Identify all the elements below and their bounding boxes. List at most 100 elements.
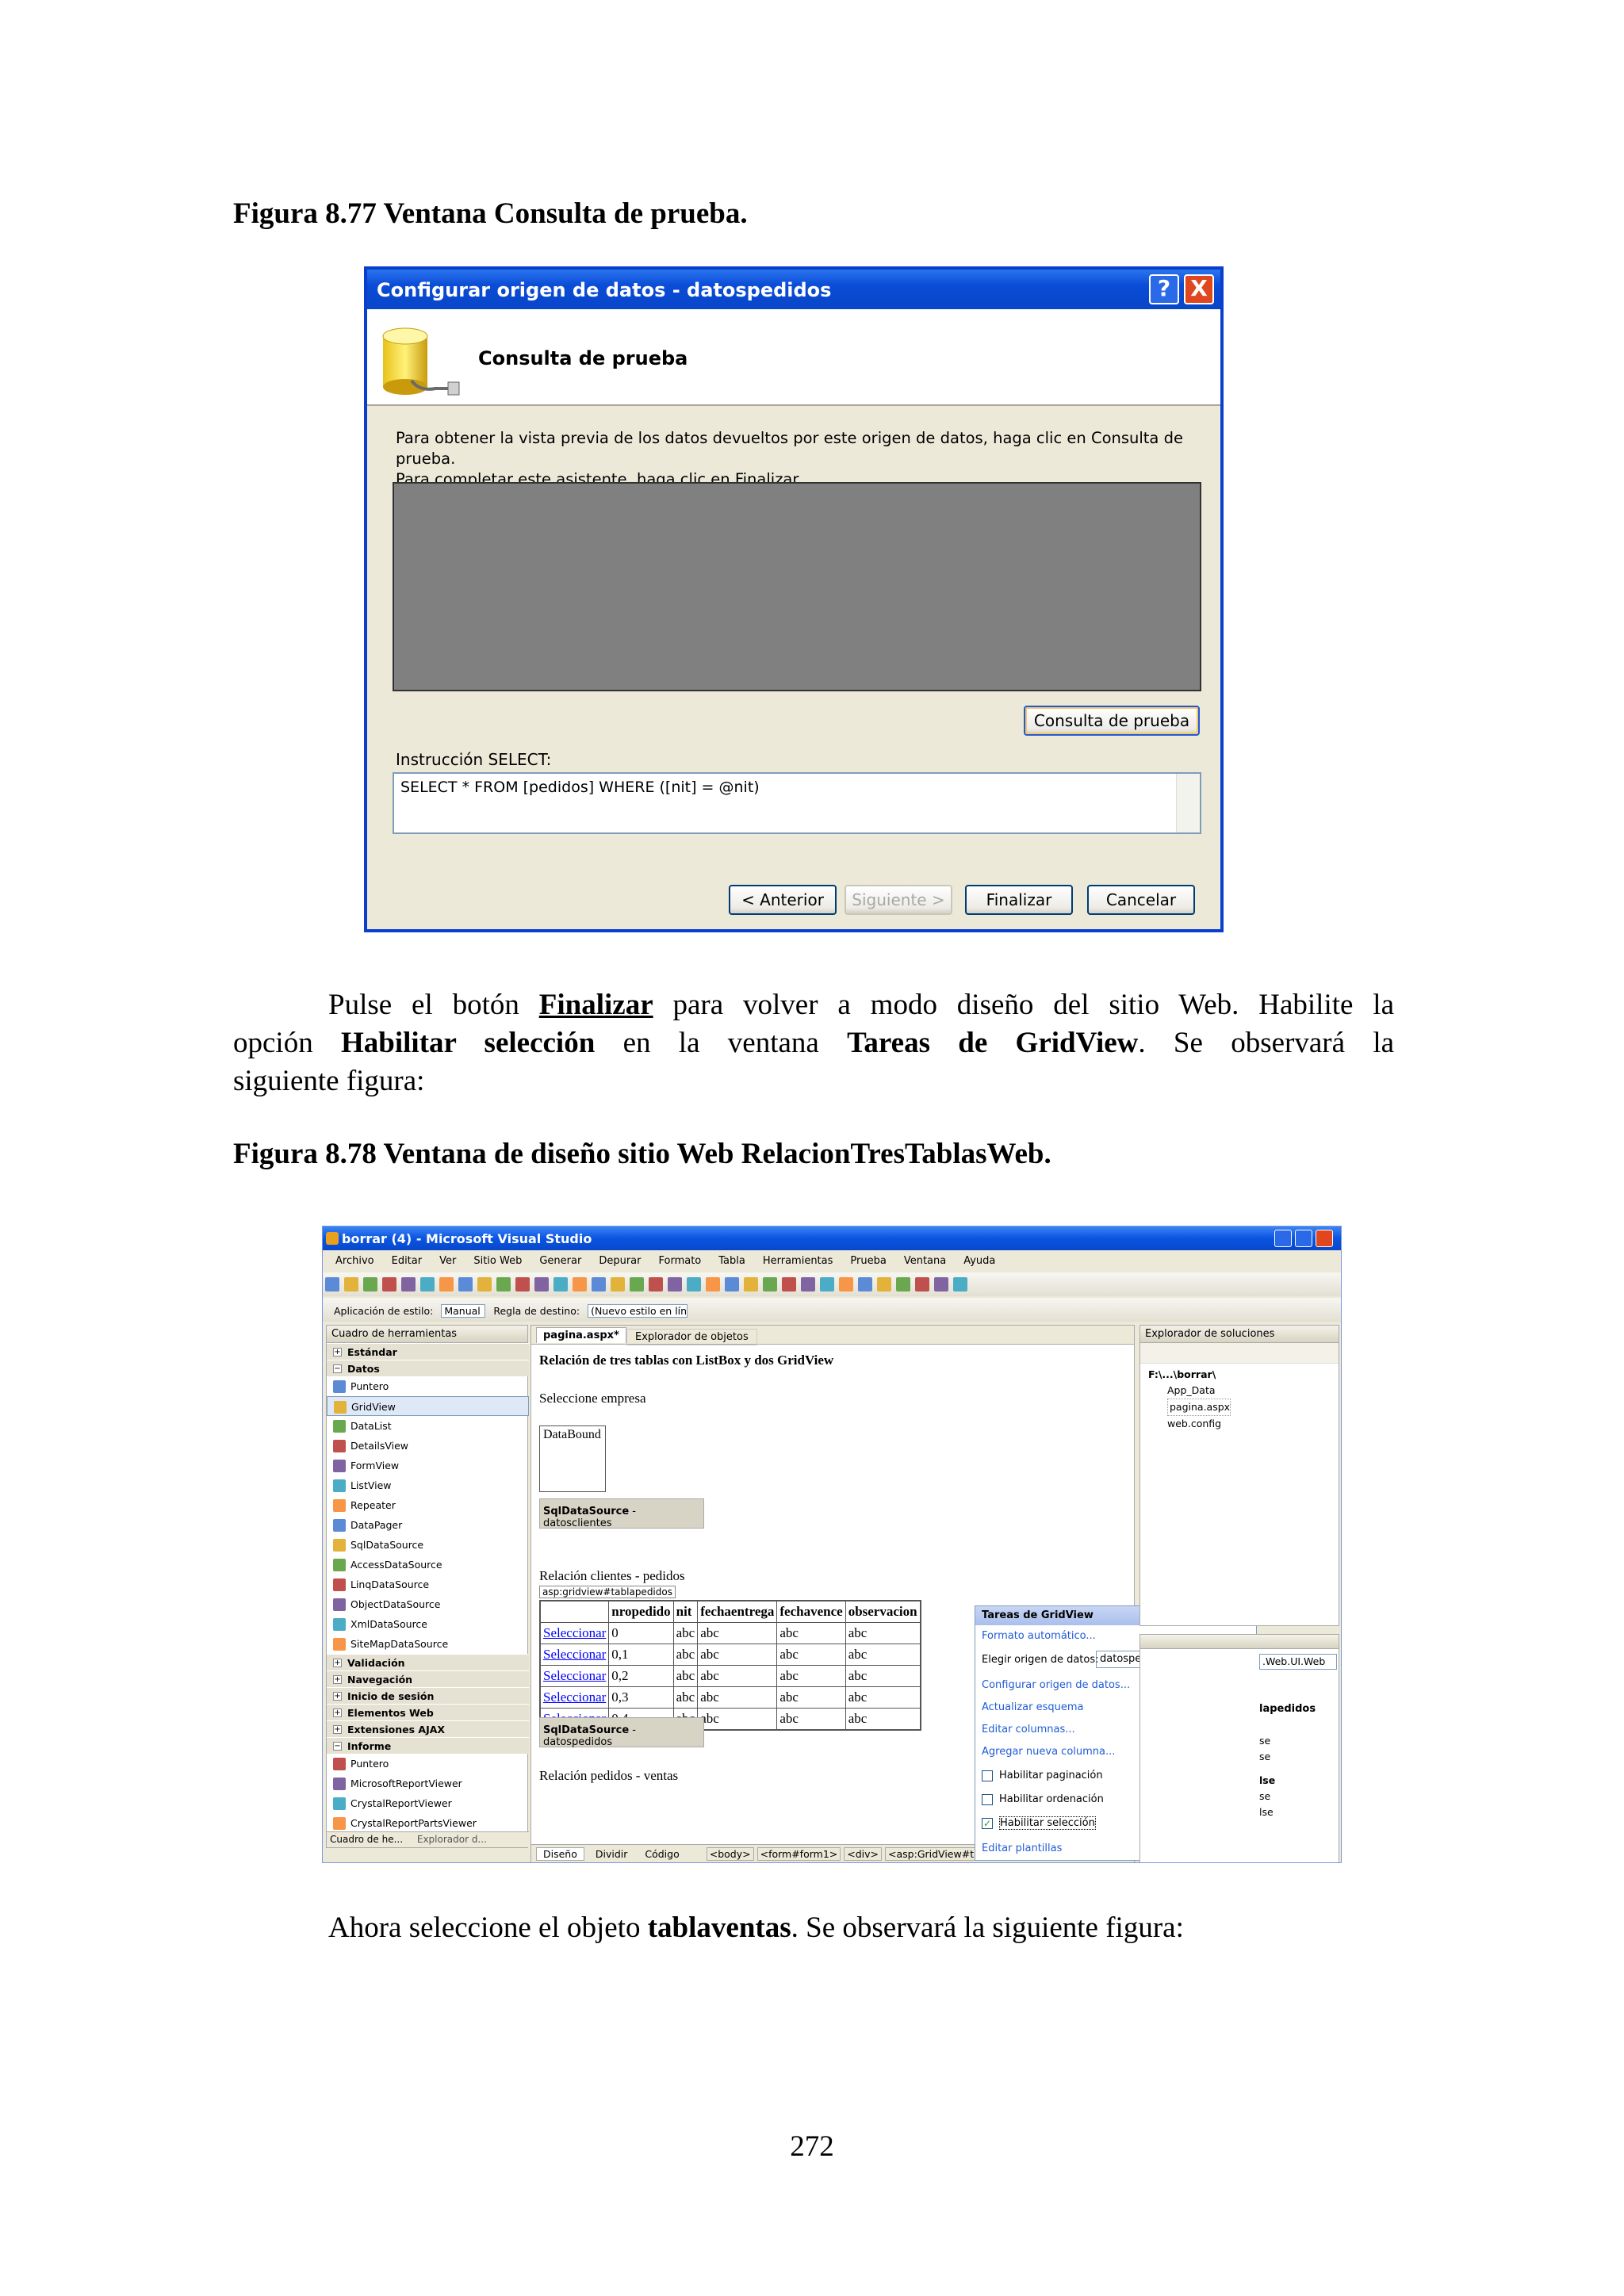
toolbox-item[interactable]: Puntero <box>327 1754 529 1774</box>
menu-item-9[interactable]: Prueba <box>850 1255 886 1267</box>
toolbox-item[interactable]: SiteMapDataSource <box>327 1634 529 1654</box>
toolbox-item[interactable]: DetailsView <box>327 1436 529 1456</box>
enable-selection-row[interactable]: ✓ Habilitar selección <box>982 1816 1096 1830</box>
expand-icon[interactable]: + <box>333 1725 342 1734</box>
tree-item-pagina[interactable]: pagina.aspx <box>1167 1399 1231 1416</box>
close-icon[interactable] <box>1316 1230 1333 1247</box>
toolbox-group[interactable]: + Estándar <box>327 1343 529 1360</box>
gridview-tablapedidos[interactable]: nropedido nit fechaentrega fechavence observ… <box>539 1600 921 1731</box>
toolbox-item[interactable]: ObjectDataSource <box>327 1594 529 1614</box>
paging-checkbox[interactable] <box>982 1770 993 1781</box>
breadcrumb-tag[interactable]: <body> <box>706 1847 754 1861</box>
next-button[interactable]: Siguiente > <box>845 885 952 915</box>
selection-checkbox[interactable]: ✓ <box>982 1817 993 1829</box>
rule-select[interactable]: (Nuevo estilo en lín <box>588 1304 688 1318</box>
toolbar-button-icon[interactable] <box>858 1277 872 1292</box>
toolbar-button-icon[interactable] <box>382 1277 396 1292</box>
add-column-link[interactable]: Agregar nueva columna... <box>982 1746 1115 1758</box>
toolbar-button-icon[interactable] <box>687 1277 701 1292</box>
toolbar-button-icon[interactable] <box>744 1277 758 1292</box>
toolbar-button-icon[interactable] <box>896 1277 910 1292</box>
edit-templates-link[interactable]: Editar plantillas <box>982 1843 1062 1854</box>
menu-item-10[interactable]: Ventana <box>904 1255 946 1267</box>
toolbar-button-icon[interactable] <box>801 1277 815 1292</box>
sorting-checkbox[interactable] <box>982 1793 993 1805</box>
toolbox-group[interactable]: − Datos <box>327 1360 529 1376</box>
toolbox-group[interactable]: + Navegación <box>327 1670 529 1687</box>
select-link[interactable]: Seleccionar <box>539 1686 610 1709</box>
toolbar-button-icon[interactable] <box>592 1277 606 1292</box>
toolbar-button-icon[interactable] <box>915 1277 929 1292</box>
toolbar-button-icon[interactable] <box>325 1277 339 1292</box>
listbox-empresas[interactable]: DataBound <box>539 1425 606 1492</box>
toolbar-button-icon[interactable] <box>782 1277 796 1292</box>
breadcrumb-tag[interactable]: <form#form1> <box>756 1847 841 1861</box>
close-icon[interactable]: X <box>1184 274 1214 304</box>
select-link-text[interactable]: Seleccionar <box>543 1668 606 1683</box>
maximize-icon[interactable] <box>1295 1230 1312 1247</box>
select-link-text[interactable]: Seleccionar <box>543 1689 606 1705</box>
refresh-schema-link[interactable]: Actualizar esquema <box>982 1701 1084 1713</box>
configure-datasource-link[interactable]: Configurar origen de datos... <box>982 1679 1130 1691</box>
toolbar-button-icon[interactable] <box>420 1277 435 1292</box>
toolbar-button-icon[interactable] <box>630 1277 644 1292</box>
properties-object-select[interactable]: .Web.UI.Web <box>1259 1654 1337 1670</box>
select-link-text[interactable]: Seleccionar <box>543 1647 606 1662</box>
toolbar-button-icon[interactable] <box>953 1277 967 1292</box>
toolbar-button-icon[interactable] <box>401 1277 416 1292</box>
toolbox-item[interactable]: MicrosoftReportViewer <box>327 1774 529 1793</box>
test-query-button[interactable]: Consulta de prueba <box>1024 706 1200 736</box>
toolbox-group[interactable]: − Informe <box>327 1737 529 1754</box>
tab-pagina-aspx[interactable]: pagina.aspx* <box>536 1327 626 1343</box>
toolbox-item[interactable]: FormView <box>327 1456 529 1475</box>
help-icon[interactable]: ? <box>1149 274 1179 304</box>
menu-item-3[interactable]: Sitio Web <box>473 1255 522 1267</box>
menu-item-5[interactable]: Depurar <box>599 1255 641 1267</box>
cancel-button[interactable]: Cancelar <box>1087 885 1195 915</box>
select-statement-box[interactable]: SELECT * FROM [pedidos] WHERE ([nit] = @… <box>393 772 1201 834</box>
toolbar-button-icon[interactable] <box>725 1277 739 1292</box>
toolbar-button-icon[interactable] <box>496 1277 511 1292</box>
menu-item-6[interactable]: Formato <box>658 1255 701 1267</box>
toolbar-button-icon[interactable] <box>477 1277 492 1292</box>
server-explorer-tab[interactable]: Explorador d... <box>417 1834 487 1845</box>
toolbar-button-icon[interactable] <box>877 1277 891 1292</box>
toolbar-button-icon[interactable] <box>820 1277 834 1292</box>
solution-root[interactable]: F:\...\borrar\ <box>1148 1367 1331 1383</box>
toolbox-item[interactable]: AccessDataSource <box>327 1555 529 1575</box>
edit-columns-link[interactable]: Editar columnas... <box>982 1724 1075 1735</box>
enable-sorting-row[interactable]: Habilitar ordenación <box>982 1793 1104 1805</box>
menu-item-0[interactable]: Archivo <box>335 1255 374 1267</box>
toolbar-button-icon[interactable] <box>706 1277 720 1292</box>
toolbox-item[interactable]: CrystalReportViewer <box>327 1793 529 1813</box>
split-view-button[interactable]: Dividir <box>596 1848 628 1860</box>
toolbox-item[interactable]: DataList <box>327 1416 529 1436</box>
toolbox-item[interactable]: XmlDataSource <box>327 1614 529 1634</box>
tree-item-web-config[interactable]: web.config <box>1148 1416 1331 1432</box>
breadcrumb-tag[interactable]: <div> <box>844 1847 883 1861</box>
autoformat-link[interactable]: Formato automático... <box>982 1630 1096 1642</box>
tree-item-app-data[interactable]: App_Data <box>1148 1383 1331 1399</box>
menu-item-2[interactable]: Ver <box>439 1255 456 1267</box>
toolbar-button-icon[interactable] <box>839 1277 853 1292</box>
toolbar-button-icon[interactable] <box>344 1277 358 1292</box>
toolbox-group[interactable]: + Elementos Web <box>327 1704 529 1720</box>
toolbox-tab[interactable]: Cuadro de he... <box>330 1834 403 1845</box>
expand-icon[interactable]: + <box>333 1675 342 1684</box>
toolbox-item[interactable]: LinqDataSource <box>327 1575 529 1594</box>
select-link-text[interactable]: Seleccionar <box>543 1625 606 1640</box>
select-scrollbar[interactable] <box>1176 774 1200 832</box>
toolbox-item[interactable]: Repeater <box>327 1495 529 1515</box>
menu-item-7[interactable]: Tabla <box>718 1255 745 1267</box>
select-link[interactable]: Seleccionar <box>539 1622 610 1644</box>
toolbar-button-icon[interactable] <box>649 1277 663 1292</box>
select-link[interactable]: Seleccionar <box>539 1644 610 1666</box>
toolbar-button-icon[interactable] <box>363 1277 377 1292</box>
toolbar-button-icon[interactable] <box>763 1277 777 1292</box>
toolbox-group[interactable]: + Inicio de sesión <box>327 1687 529 1704</box>
expand-icon[interactable]: + <box>333 1659 342 1667</box>
collapse-icon[interactable]: − <box>333 1364 342 1373</box>
toolbox-item[interactable]: GridView <box>327 1396 529 1416</box>
menu-item-1[interactable]: Editar <box>392 1255 423 1267</box>
expand-icon[interactable]: + <box>333 1348 342 1357</box>
